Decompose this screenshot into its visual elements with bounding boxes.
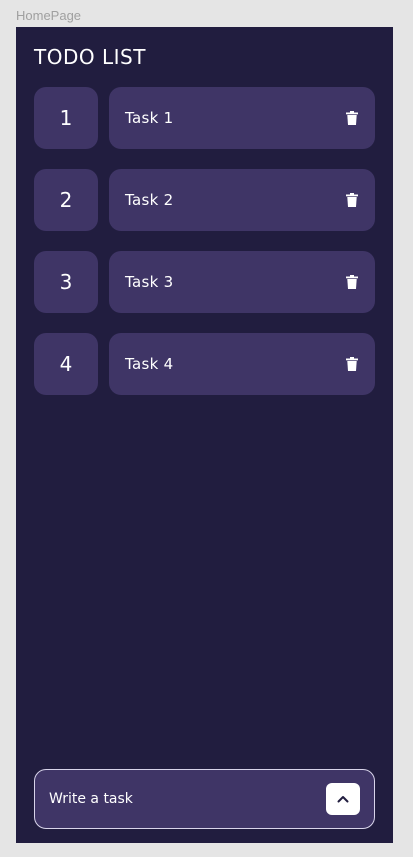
frame-label: HomePage (16, 8, 82, 23)
trash-icon[interactable] (345, 356, 359, 372)
trash-icon-graphic (346, 193, 358, 207)
trash-icon[interactable] (345, 274, 359, 290)
trash-icon-graphic (346, 111, 358, 125)
submit-task-button[interactable] (326, 783, 360, 815)
task-card[interactable]: Task 1 (109, 87, 375, 149)
task-label: Task 4 (125, 355, 174, 373)
task-row: 2 Task 2 (34, 169, 375, 231)
task-row: 4 Task 4 (34, 333, 375, 395)
task-card[interactable]: Task 4 (109, 333, 375, 395)
task-number: 4 (34, 333, 98, 395)
task-row: 3 Task 3 (34, 251, 375, 313)
task-number: 3 (34, 251, 98, 313)
task-row: 1 Task 1 (34, 87, 375, 149)
task-list: 1 Task 1 2 Task 2 3 Task 3 4 Task 4 (34, 87, 375, 415)
task-label: Task 2 (125, 191, 174, 209)
trash-icon[interactable] (345, 192, 359, 208)
trash-icon-graphic (346, 275, 358, 289)
task-input[interactable] (49, 791, 299, 807)
task-label: Task 3 (125, 273, 174, 291)
chevron-up-icon (337, 796, 349, 803)
task-card[interactable]: Task 2 (109, 169, 375, 231)
task-number: 2 (34, 169, 98, 231)
trash-icon-graphic (346, 357, 358, 371)
task-label: Task 1 (125, 109, 174, 127)
task-card[interactable]: Task 3 (109, 251, 375, 313)
task-composer (34, 769, 375, 829)
page-title: TODO LIST (34, 45, 146, 69)
homepage-screen: TODO LIST 1 Task 1 2 Task 2 3 Task 3 4 T… (16, 27, 393, 843)
task-number: 1 (34, 87, 98, 149)
trash-icon[interactable] (345, 110, 359, 126)
